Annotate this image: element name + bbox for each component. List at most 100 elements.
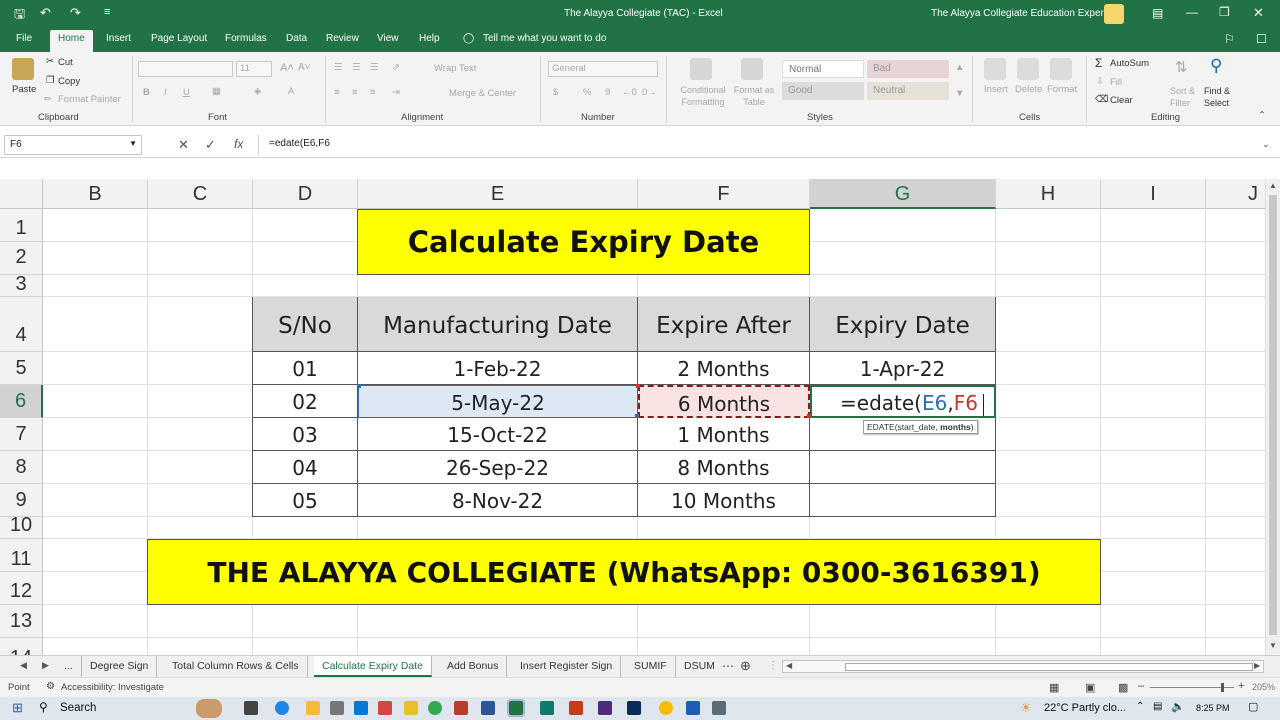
- fill-button[interactable]: Fill: [1110, 77, 1122, 88]
- more-tabs-icon[interactable]: ⋯: [722, 659, 734, 673]
- show-hidden-icon[interactable]: ⌃: [1136, 701, 1144, 712]
- row-header-9[interactable]: 9: [0, 484, 43, 517]
- borders-icon[interactable]: ▦: [212, 86, 221, 97]
- store-icon[interactable]: [330, 701, 344, 715]
- table-cell-mfg[interactable]: 15-Oct-22: [358, 418, 638, 451]
- horizontal-scrollbar[interactable]: ◀ ▶: [782, 660, 1264, 673]
- scroll-up-icon[interactable]: ▲: [1269, 181, 1277, 190]
- select-all-corner[interactable]: [0, 179, 43, 209]
- table-cell-mfg[interactable]: 26-Sep-22: [358, 451, 638, 484]
- row-header-3[interactable]: 3: [0, 274, 43, 297]
- close-icon[interactable]: ✕: [1253, 5, 1264, 21]
- col-header-i[interactable]: I: [1101, 179, 1206, 209]
- tab-help[interactable]: Help: [419, 33, 440, 44]
- col-header-h[interactable]: H: [996, 179, 1101, 209]
- edge-icon[interactable]: [275, 701, 289, 715]
- format-painter-icon[interactable]: ✏: [44, 94, 52, 105]
- comments-icon[interactable]: ☐: [1256, 32, 1267, 46]
- banner-cell[interactable]: THE ALAYYA COLLEGIATE (WhatsApp: 0300-36…: [147, 539, 1101, 605]
- row-header-2[interactable]: 2: [0, 242, 43, 275]
- active-cell-editing[interactable]: =edate(E6,F6: [810, 385, 996, 418]
- table-cell-after[interactable]: 8 Months: [638, 451, 810, 484]
- sheet-tab-calculate-expiry[interactable]: Calculate Expiry Date: [314, 656, 432, 677]
- header-cell-manufacturing-date[interactable]: Manufacturing Date: [358, 297, 638, 352]
- account-name[interactable]: The Alayya Collegiate Education Expert: [931, 8, 1107, 19]
- photoshop-icon[interactable]: [627, 701, 641, 715]
- sheet-tab-degree-sign[interactable]: Degree Sign: [82, 656, 158, 677]
- cut-icon[interactable]: ✂: [46, 56, 54, 67]
- copy-icon[interactable]: ❐: [46, 75, 55, 86]
- row-header-8[interactable]: 8: [0, 451, 43, 484]
- clear-button[interactable]: Clear: [1110, 95, 1133, 106]
- styles-scroll-up-icon[interactable]: ▲: [955, 62, 964, 73]
- notifications-icon[interactable]: ▢: [1248, 700, 1258, 713]
- align-top-icon[interactable]: ☰: [334, 62, 343, 73]
- row-header-5[interactable]: 5: [0, 352, 43, 385]
- premiere-icon[interactable]: [598, 701, 612, 715]
- delete-cells-button[interactable]: Delete: [1015, 84, 1042, 95]
- weather-text[interactable]: 22°C Partly clo...: [1044, 702, 1126, 714]
- restore-icon[interactable]: ❐: [1219, 5, 1230, 19]
- weather-icon[interactable]: ☀: [1020, 700, 1032, 716]
- redo-icon[interactable]: ↷: [70, 5, 81, 21]
- find-select-button[interactable]: Find & Select: [1204, 85, 1240, 109]
- merge-center-button[interactable]: Merge & Center: [449, 88, 516, 99]
- table-cell-expiry[interactable]: 1-Apr-22: [810, 352, 996, 385]
- style-bad[interactable]: Bad: [867, 60, 949, 78]
- task-view-icon[interactable]: [244, 701, 258, 715]
- scrollbar-thumb[interactable]: [845, 663, 1253, 671]
- currency-button[interactable]: $: [553, 87, 558, 98]
- align-right-icon[interactable]: ≡: [370, 87, 376, 98]
- increase-decimal-icon[interactable]: ←0: [622, 87, 637, 98]
- ref-handle[interactable]: [636, 384, 640, 388]
- undo-icon[interactable]: ↶: [40, 5, 51, 21]
- minimize-icon[interactable]: —: [1186, 5, 1198, 19]
- percent-button[interactable]: %: [583, 87, 591, 98]
- windows-start-icon[interactable]: ⊞: [12, 700, 23, 716]
- name-box[interactable]: F6 ▼: [4, 135, 142, 155]
- delete-cells-icon[interactable]: [1017, 58, 1039, 80]
- table-cell-sno[interactable]: 02: [253, 385, 358, 418]
- tab-page-layout[interactable]: Page Layout: [151, 33, 207, 44]
- app-icon[interactable]: [454, 701, 468, 715]
- word-icon[interactable]: [481, 701, 495, 715]
- collapse-ribbon-icon[interactable]: ⌃: [1258, 110, 1266, 121]
- taskbar-search[interactable]: Search: [60, 702, 96, 714]
- col-header-b[interactable]: B: [43, 179, 148, 209]
- col-header-f[interactable]: F: [638, 179, 810, 209]
- row-header-14[interactable]: 14: [0, 638, 43, 655]
- chrome-icon[interactable]: [659, 701, 673, 715]
- orientation-icon[interactable]: ⇗: [392, 62, 400, 73]
- cut-button[interactable]: Cut: [58, 57, 73, 68]
- table-cell-after[interactable]: 10 Months: [638, 484, 810, 517]
- conditional-formatting-icon[interactable]: [690, 58, 712, 80]
- zoom-in-icon[interactable]: +: [1238, 680, 1244, 692]
- format-as-table-icon[interactable]: [741, 58, 763, 80]
- clear-icon[interactable]: ⌫: [1095, 94, 1108, 105]
- bold-button[interactable]: B: [143, 87, 150, 98]
- network-icon[interactable]: ▤: [1153, 701, 1162, 712]
- insert-cells-icon[interactable]: [984, 58, 1006, 80]
- col-header-c[interactable]: C: [148, 179, 253, 209]
- more-sheets-button[interactable]: ...: [56, 656, 82, 677]
- chrome-icon[interactable]: [428, 701, 442, 715]
- worksheet-grid[interactable]: B C D E F G H I J 1 2 3 4 5 6 7 8 9 10 1…: [0, 179, 1265, 655]
- share-icon[interactable]: ⚐: [1224, 32, 1235, 46]
- ref-handle[interactable]: [357, 384, 361, 388]
- row-header-4[interactable]: 4: [0, 297, 43, 352]
- prev-sheet-icon[interactable]: ◀: [20, 660, 27, 671]
- col-header-e[interactable]: E: [358, 179, 638, 209]
- header-cell-sno[interactable]: S/No: [253, 297, 358, 352]
- avatar[interactable]: [1104, 4, 1124, 24]
- style-neutral[interactable]: Neutral: [867, 82, 949, 100]
- paste-button[interactable]: Paste: [12, 84, 36, 95]
- normal-view-icon[interactable]: ▦: [1049, 681, 1059, 694]
- tab-formulas[interactable]: Formulas: [225, 33, 267, 44]
- powerpoint-icon[interactable]: [569, 701, 583, 715]
- col-header-d[interactable]: D: [253, 179, 358, 209]
- scroll-right-icon[interactable]: ▶: [1254, 661, 1260, 670]
- header-cell-expiry-date[interactable]: Expiry Date: [810, 297, 996, 352]
- table-cell-after[interactable]: 1 Months: [638, 418, 810, 451]
- table-cell-after-referenced[interactable]: 6 Months: [638, 385, 810, 418]
- autosum-button[interactable]: AutoSum: [1110, 58, 1149, 69]
